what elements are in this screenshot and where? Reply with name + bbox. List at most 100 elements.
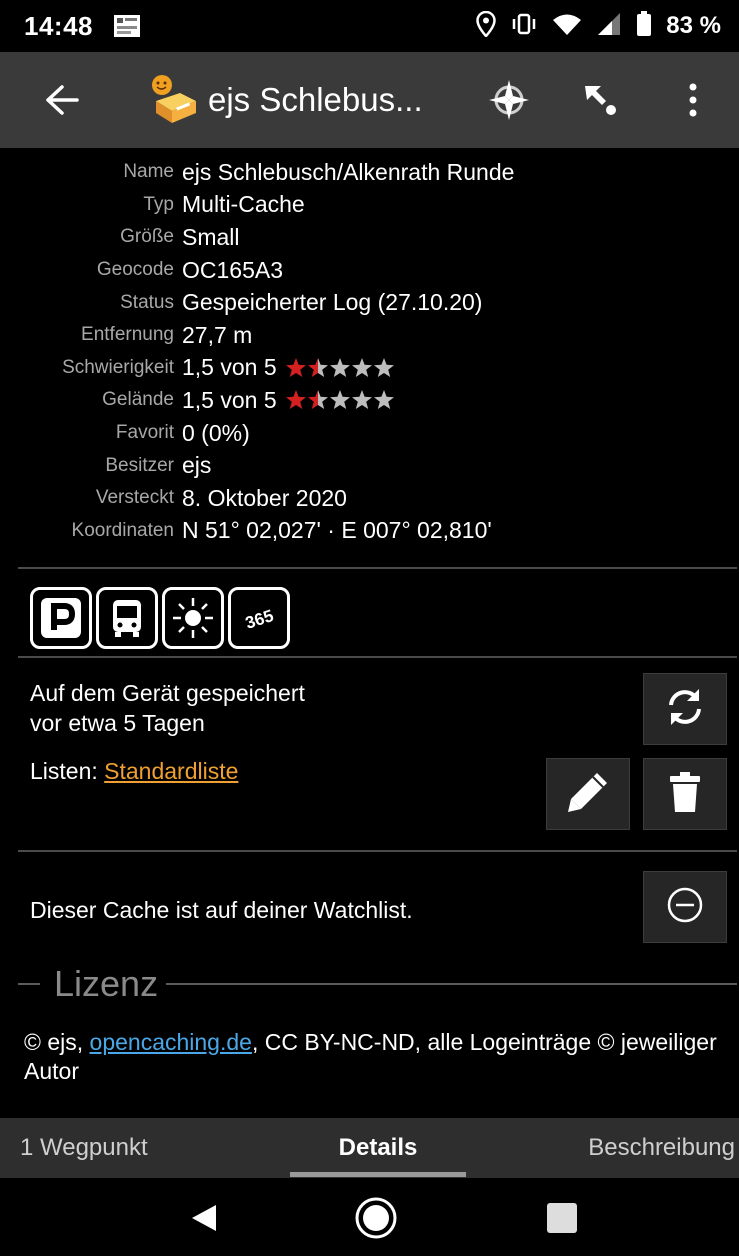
detail-value: 1,5 von 5 [182, 386, 277, 413]
refresh-icon [663, 685, 707, 734]
stored-info: Auf dem Gerät gespeichert vor etwa 5 Tag… [30, 678, 305, 738]
remove-watchlist-button[interactable] [643, 871, 727, 943]
detail-value: Gespeicherter Log (27.10.20) [182, 289, 483, 316]
license-header: Lizenz [18, 962, 737, 1006]
action-bar: ejs Schlebus... [0, 52, 739, 148]
star-icon [351, 357, 372, 377]
license-line-right [166, 983, 737, 985]
tab-description[interactable]: Beschreibung [588, 1118, 735, 1178]
detail-value: OC165A3 [182, 256, 284, 283]
star-icon [307, 390, 328, 410]
star-icon [307, 357, 328, 377]
cache-type-icon [146, 71, 204, 129]
overflow-menu-icon[interactable] [647, 52, 739, 148]
star-icon [285, 357, 306, 377]
detail-value: 0 (0%) [182, 419, 250, 446]
edit-lists-button[interactable] [546, 758, 630, 830]
divider [18, 656, 737, 658]
365-days-icon[interactable]: 365 [228, 587, 290, 649]
detail-row-geocode: Geocode OC165A3 [0, 254, 739, 287]
detail-label: Versteckt [95, 487, 174, 509]
notification-image-icon [113, 14, 141, 38]
detail-row-difficulty: Schwierigkeit 1,5 von 5 [0, 352, 739, 385]
divider [18, 567, 737, 569]
title-area: ejs Schlebus... [146, 71, 423, 129]
detail-label: Favorit [115, 422, 174, 444]
detail-row-owner: Besitzer ejs [0, 449, 739, 482]
detail-value: Multi-Cache [182, 191, 305, 218]
detail-value[interactable]: ejs [182, 452, 211, 479]
detail-label: Geocode [96, 259, 174, 281]
detail-row-status: Status Gespeicherter Log (27.10.20) [0, 286, 739, 319]
detail-value: ejs Schlebusch/Alkenrath Runde [182, 158, 515, 185]
detail-label: Entfernung [81, 324, 174, 346]
license-text: © ejs, opencaching.de, CC BY-NC-ND, alle… [24, 1028, 734, 1086]
star-icon [285, 390, 306, 410]
detail-row-coordinates: Koordinaten N 51° 02,027' · E 007° 02,81… [0, 515, 739, 548]
detail-row-type: Typ Multi-Cache [0, 189, 739, 222]
delete-button[interactable] [643, 758, 727, 830]
sun-icon[interactable] [162, 587, 224, 649]
signal-icon [596, 12, 622, 41]
status-time: 14:48 [24, 10, 93, 41]
stored-line1: Auf dem Gerät gespeichert [30, 680, 305, 706]
tab-waypoints[interactable]: 1 Wegpunkt [20, 1118, 148, 1178]
detail-label: Größe [120, 226, 174, 248]
list-link-standard[interactable]: Standardliste [104, 758, 238, 784]
license-link-opencaching[interactable]: opencaching.de [90, 1029, 252, 1055]
detail-row-distance: Entfernung 27,7 m [0, 319, 739, 352]
tab-bar: 1 Wegpunkt Details Beschreibung [0, 1118, 739, 1178]
detail-value: 1,5 von 5 [182, 354, 277, 381]
cache-details: Name ejs Schlebusch/Alkenrath Runde Typ … [0, 156, 739, 547]
star-icon [329, 357, 350, 377]
license-prefix: © ejs, [24, 1029, 90, 1055]
stored-line2: vor etwa 5 Tagen [30, 710, 205, 736]
battery-icon [636, 10, 652, 42]
tab-indicator [290, 1172, 466, 1177]
detail-label: Schwierigkeit [62, 356, 174, 378]
vibrate-icon [510, 13, 538, 40]
navigate-icon[interactable] [555, 52, 647, 148]
nav-back-icon[interactable] [174, 1190, 234, 1246]
detail-label: Besitzer [105, 454, 174, 476]
difficulty-stars [285, 357, 395, 379]
watchlist-text: Dieser Cache ist auf deiner Watchlist. [30, 897, 413, 923]
star-icon [373, 390, 394, 410]
detail-row-size: Größe Small [0, 221, 739, 254]
location-icon [476, 10, 497, 42]
license-line-left [18, 983, 40, 985]
wifi-icon [552, 12, 582, 41]
detail-label: Gelände [102, 389, 174, 411]
minus-circle-icon [665, 885, 705, 930]
license-title: Lizenz [54, 963, 159, 1004]
compass-icon[interactable] [463, 52, 555, 148]
nav-recents-icon[interactable] [532, 1190, 592, 1246]
refresh-button[interactable] [643, 673, 727, 745]
detail-value: 27,7 m [182, 321, 253, 348]
detail-value[interactable]: N 51° 02,027' · E 007° 02,810' [182, 517, 492, 544]
back-arrow-icon[interactable] [22, 52, 102, 148]
detail-value: 8. Oktober 2020 [182, 484, 347, 511]
nav-home-icon[interactable] [346, 1190, 406, 1246]
lists-label: Listen: [30, 758, 105, 784]
trash-icon [667, 770, 703, 819]
tab-details[interactable]: Details [290, 1118, 466, 1178]
attribute-icons: 365 [30, 587, 290, 649]
detail-row-hidden: Versteckt 8. Oktober 2020 [0, 482, 739, 515]
status-bar: 14:48 83 % [0, 0, 739, 52]
star-icon [329, 390, 350, 410]
pencil-icon [565, 769, 611, 820]
terrain-stars [285, 389, 395, 411]
detail-row-name: Name ejs Schlebusch/Alkenrath Runde [0, 156, 739, 189]
parking-icon[interactable] [30, 587, 92, 649]
bus-icon[interactable] [96, 587, 158, 649]
attribute-365-label: 365 [243, 606, 276, 633]
star-icon [373, 357, 394, 377]
detail-row-terrain: Gelände 1,5 von 5 [0, 384, 739, 417]
page-title: ejs Schlebus... [208, 81, 423, 118]
detail-label: Koordinaten [71, 519, 174, 541]
star-icon [351, 390, 372, 410]
lists-row: Listen: Standardliste [30, 758, 238, 785]
detail-label: Status [120, 291, 174, 313]
detail-value: Small [182, 223, 240, 250]
